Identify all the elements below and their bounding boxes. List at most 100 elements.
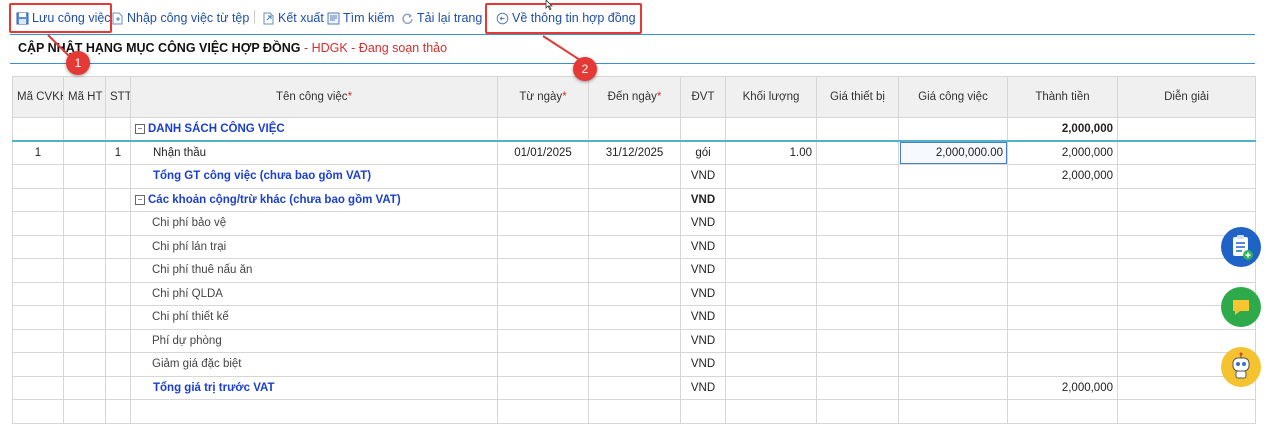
toolbar-divider [254, 10, 255, 24]
table-row[interactable]: Chi phí QLDA VND [12, 281, 1256, 306]
pre-vat-value: 2,000,000 [1007, 375, 1118, 400]
cell-dvt: VND [680, 164, 726, 189]
table-row[interactable]: Chi phí thiết kế VND [12, 305, 1256, 330]
col-header-ma-cvkh[interactable]: Mã CVKH [12, 76, 64, 118]
cell-dvt: VND [680, 375, 726, 400]
cell-dvt: VND [680, 305, 726, 330]
cell-dvt: VND [680, 352, 726, 377]
cell-stt[interactable]: 1 [105, 140, 131, 165]
table-row [12, 399, 1256, 424]
cell-khoi-luong[interactable]: 1.00 [725, 140, 817, 165]
required-mark: * [656, 91, 662, 103]
section-row-adjustments[interactable]: − Các khoản cộng/trừ khác (chưa bao gồm V… [12, 187, 1256, 212]
pre-vat-total-row: Tổng giá trị trước VAT VND 2,000,000 [12, 375, 1256, 400]
cell-gia-cong-viec[interactable] [898, 352, 1008, 377]
table-header-row: Mã CVKH Mã HT STT Tên công việc* Từ ngày… [12, 76, 1256, 118]
cell-ten: Giảm giá đặc biệt [130, 352, 498, 377]
subtotal-value: 2,000,000 [1007, 164, 1118, 189]
table-row[interactable]: Chi phí lán trại VND [12, 234, 1256, 259]
highlight-box-save [9, 3, 112, 33]
cell-dvt: VND [680, 328, 726, 353]
callout-arrow-2 [542, 35, 583, 62]
col-header-den-ngay[interactable]: Đến ngày* [588, 76, 681, 118]
cell-ten[interactable]: Nhận thầu [130, 140, 498, 165]
support-bot-button[interactable] [1221, 347, 1261, 387]
subtotal-label: Tổng GT công việc (chưa bao gồm VAT) [130, 164, 498, 189]
export-button[interactable]: Kết xuất [262, 9, 324, 27]
cell-ma-ht[interactable] [63, 140, 106, 165]
cell-gia-cong-viec[interactable] [898, 305, 1008, 330]
cell-den-ngay[interactable]: 31/12/2025 [588, 140, 681, 165]
section-title: Các khoản cộng/trừ khác (chưa bao gồm VA… [148, 193, 401, 206]
cell-gia-cong-viec[interactable] [898, 258, 1008, 283]
section-row-work-list[interactable]: − DANH SÁCH CÔNG VIỆC 2,000,000 [12, 117, 1256, 142]
cell-dvt: VND [680, 281, 726, 306]
col-header-tu-ngay[interactable]: Từ ngày* [497, 76, 589, 118]
col-header-ma-ht[interactable]: Mã HT [63, 76, 106, 118]
robot-support-icon [1232, 352, 1250, 379]
cell-ten: Chi phí thuê nấu ăn [130, 258, 498, 283]
col-header-gia-thiet-bi[interactable]: Giá thiết bị [816, 76, 899, 118]
collapse-toggle-icon[interactable]: − [135, 194, 145, 205]
cell-ten: Chi phí bảo vệ [130, 211, 498, 236]
cell-ma-cvkh[interactable]: 1 [12, 140, 64, 165]
cell-ten: Chi phí QLDA [130, 281, 498, 306]
col-header-stt[interactable]: STT [105, 76, 131, 118]
search-icon [327, 12, 340, 25]
reload-button[interactable]: Tải lại trang [401, 9, 482, 27]
col-header-dien-giai[interactable]: Diễn giải [1117, 76, 1256, 118]
toolbar-divider-line [10, 34, 1255, 35]
cell-dvt: VND [680, 187, 726, 212]
cell-gia-cong-viec[interactable]: 2,000,000.00 [898, 140, 1008, 165]
col-header-den-ngay-label: Đến ngày [607, 91, 657, 103]
callout-badge-1: 1 [66, 51, 90, 75]
cell-ten: Chi phí lán trại [130, 234, 498, 259]
cell-dien-giai[interactable] [1117, 140, 1256, 165]
callout-badge-2: 2 [573, 57, 597, 81]
table-row[interactable]: Chi phí thuê nấu ăn VND [12, 258, 1256, 283]
chat-icon [1233, 300, 1249, 315]
clipboard-add-button[interactable] [1221, 227, 1261, 267]
cell-gia-cong-viec[interactable] [898, 234, 1008, 259]
cell-dvt: VND [680, 234, 726, 259]
title-divider-line [10, 63, 1255, 64]
col-header-gia-cong-viec[interactable]: Giá công việc [898, 76, 1008, 118]
subtotal-row: Tổng GT công việc (chưa bao gồm VAT) VND… [12, 164, 1256, 189]
cell-gia-cong-viec[interactable] [898, 328, 1008, 353]
cell-tu-ngay[interactable]: 01/01/2025 [497, 140, 589, 165]
collapse-toggle-icon[interactable]: − [135, 123, 145, 134]
import-file-icon [111, 12, 124, 25]
cell-gia-cong-viec[interactable] [898, 281, 1008, 306]
col-header-thanh-tien[interactable]: Thành tiền [1007, 76, 1118, 118]
table-row[interactable]: Phí dự phòng VND [12, 328, 1256, 353]
col-header-ten[interactable]: Tên công việc* [130, 76, 498, 118]
cell-ten: Chi phí thiết kế [130, 305, 498, 330]
mouse-cursor-icon [545, 0, 553, 10]
cell-dvt: VND [680, 258, 726, 283]
cell-dvt[interactable]: gói [680, 140, 726, 165]
table-row[interactable]: 1 1 Nhận thầu 01/01/2025 31/12/2025 gói … [12, 140, 1256, 165]
col-header-tu-ngay-label: Từ ngày [519, 91, 563, 103]
search-button[interactable]: Tìm kiếm [327, 9, 394, 27]
search-label: Tìm kiếm [343, 11, 395, 25]
chat-button[interactable] [1221, 287, 1261, 327]
section-title: DANH SÁCH CÔNG VIỆC [148, 123, 285, 135]
export-label: Kết xuất [278, 11, 324, 25]
col-header-dvt[interactable]: ĐVT [680, 76, 726, 118]
table-row[interactable]: Giảm giá đặc biệt VND [12, 352, 1256, 377]
table-row[interactable]: Chi phí bảo vệ VND [12, 211, 1256, 236]
reload-label: Tải lại trang [417, 11, 483, 25]
cell-gia-thiet-bi[interactable] [816, 140, 899, 165]
highlight-box-back [485, 3, 642, 34]
import-file-button[interactable]: Nhập công việc từ tệp [111, 9, 249, 27]
col-header-ten-label: Tên công việc [275, 91, 348, 103]
cell-dvt: VND [680, 211, 726, 236]
export-icon [262, 12, 275, 25]
page-status: - HDGK - Đang soạn thảo [303, 41, 448, 55]
contract-work-table: Mã CVKH Mã HT STT Tên công việc* Từ ngày… [12, 76, 1256, 424]
col-header-khoi-luong[interactable]: Khối lượng [725, 76, 817, 118]
required-mark: * [562, 91, 567, 103]
cell-gia-cong-viec[interactable] [898, 211, 1008, 236]
pre-vat-label: Tổng giá trị trước VAT [130, 375, 498, 400]
section-total: 2,000,000 [1007, 117, 1118, 142]
